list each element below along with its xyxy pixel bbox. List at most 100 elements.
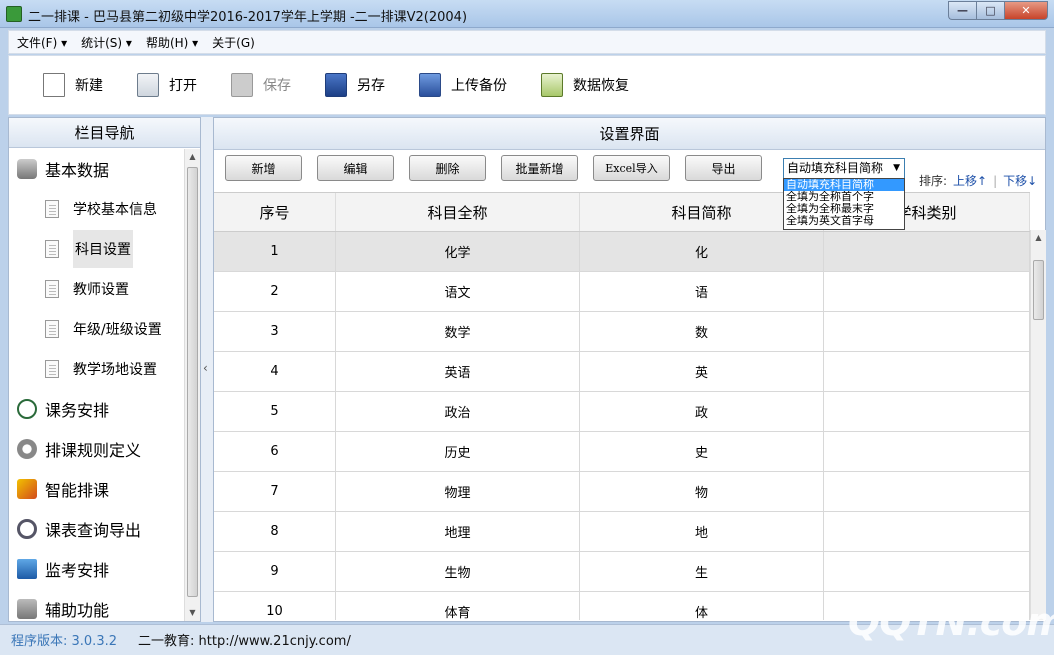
document-icon — [45, 200, 59, 218]
cell-shortname: 英 — [580, 352, 824, 391]
cell-fullname: 语文 — [336, 272, 580, 311]
sidebar-item-grade[interactable]: 年级/班级设置 — [9, 309, 185, 349]
upload-backup-button[interactable]: 上传备份 — [419, 73, 507, 97]
sidebar-group-rules[interactable]: 排课规则定义 — [9, 429, 185, 469]
new-button[interactable]: 新建 — [43, 73, 103, 97]
menu-help[interactable]: 帮助(H) ▾ — [146, 34, 198, 51]
restore-button[interactable]: 数据恢复 — [541, 73, 629, 97]
sidebar-group-query[interactable]: 课表查询导出 — [9, 509, 185, 549]
sidebar-item-label: 教学场地设置 — [73, 362, 157, 378]
close-button[interactable]: ✕ — [1004, 1, 1048, 20]
scrollbar-thumb[interactable] — [1033, 260, 1044, 320]
table-row[interactable]: 4 英语 英 — [214, 352, 1030, 392]
cell-fullname: 历史 — [336, 432, 580, 471]
table-row[interactable]: 8 地理 地 — [214, 512, 1030, 552]
cell-fullname: 数学 — [336, 312, 580, 351]
upload-computer-icon — [419, 73, 441, 97]
autofill-select[interactable]: 自动填充科目简称 ▼ — [783, 158, 905, 179]
sidebar-scrollbar[interactable]: ▲ ▼ — [184, 149, 200, 621]
table-row[interactable]: 9 生物 生 — [214, 552, 1030, 592]
cell-index: 2 — [214, 272, 336, 311]
cell-fullname: 生物 — [336, 552, 580, 591]
title-bar: 二一排课 - 巴马县第二初级中学2016-2017学年上学期 -二一排课V2(2… — [0, 0, 1054, 28]
save-as-button[interactable]: 另存 — [325, 73, 385, 97]
sidebar-group-basic[interactable]: 基本数据 — [9, 149, 185, 189]
export-button[interactable]: 导出 — [685, 155, 762, 181]
cell-category — [824, 272, 1030, 311]
cell-fullname: 英语 — [336, 352, 580, 391]
cell-shortname: 生 — [580, 552, 824, 591]
cell-shortname: 化 — [580, 232, 824, 271]
website-link[interactable]: 二一教育: http://www.21cnjy.com/ — [138, 630, 351, 649]
gear-icon — [17, 439, 37, 459]
menu-stats[interactable]: 统计(S) ▾ — [81, 34, 132, 51]
save-as-label: 另存 — [357, 78, 385, 94]
toolbar: 新建 打开 保存 另存 上传备份 数据恢复 — [8, 55, 1046, 115]
sidebar-item-venue[interactable]: 教学场地设置 — [9, 349, 185, 389]
batch-add-button[interactable]: 批量新增 — [501, 155, 578, 181]
cell-category — [824, 232, 1030, 271]
restore-download-icon — [541, 73, 563, 97]
save-button[interactable]: 保存 — [231, 73, 291, 97]
subject-table: 序号 科目全称 科目简称 学科类别 1 化学 化 2 语文 语 3 数学 数 4… — [214, 192, 1030, 620]
table-row[interactable]: 2 语文 语 — [214, 272, 1030, 312]
table-scrollbar[interactable]: ▲ — [1030, 230, 1046, 620]
dropdown-option[interactable]: 全填为全称最末字 — [784, 203, 904, 215]
move-down-link[interactable]: 下移↓ — [1003, 172, 1037, 189]
sidebar-item-school[interactable]: 学校基本信息 — [9, 189, 185, 229]
window-controls: — □ ✕ — [948, 1, 1048, 20]
move-up-link[interactable]: 上移↑ — [953, 172, 987, 189]
sidebar-group-label: 排课规则定义 — [45, 441, 142, 460]
clock-icon — [17, 399, 37, 419]
sort-separator: | — [993, 173, 998, 188]
collapse-arrow-icon[interactable]: ‹ — [203, 361, 208, 375]
document-icon — [45, 240, 59, 258]
delete-button[interactable]: 删除 — [409, 155, 486, 181]
table-row[interactable]: 5 政治 政 — [214, 392, 1030, 432]
open-label: 打开 — [169, 78, 197, 94]
cell-index: 7 — [214, 472, 336, 511]
panel-title: 设置界面 — [214, 118, 1045, 150]
scrollbar-thumb[interactable] — [187, 167, 198, 597]
sidebar-splitter[interactable]: ‹ — [201, 117, 213, 622]
excel-import-button[interactable]: Excel导入 — [593, 155, 670, 181]
column-header-index[interactable]: 序号 — [214, 193, 336, 231]
scroll-up-arrow-icon[interactable]: ▲ — [185, 149, 200, 165]
table-row[interactable]: 6 历史 史 — [214, 432, 1030, 472]
cell-index: 6 — [214, 432, 336, 471]
dropdown-option[interactable]: 全填为全称首个字 — [784, 191, 904, 203]
sidebar-group-label: 辅助功能 — [45, 601, 110, 620]
minimize-button[interactable]: — — [948, 1, 976, 20]
edit-button[interactable]: 编辑 — [317, 155, 394, 181]
dropdown-option[interactable]: 自动填充科目简称 — [784, 179, 904, 191]
new-label: 新建 — [75, 78, 103, 94]
sidebar-group-exam[interactable]: 监考安排 — [9, 549, 185, 589]
table-row[interactable]: 7 物理 物 — [214, 472, 1030, 512]
dropdown-arrow-icon: ▼ — [893, 163, 900, 173]
scroll-down-arrow-icon[interactable]: ▼ — [185, 605, 200, 621]
pencil-icon — [17, 479, 37, 499]
table-row[interactable]: 3 数学 数 — [214, 312, 1030, 352]
autofill-dropdown-list: 自动填充科目简称 全填为全称首个字 全填为全称最末字 全填为英文首字母 — [783, 178, 905, 230]
cell-index: 1 — [214, 232, 336, 271]
cell-index: 5 — [214, 392, 336, 431]
open-button[interactable]: 打开 — [137, 73, 197, 97]
sidebar-title: 栏目导航 — [9, 118, 200, 148]
menu-about[interactable]: 关于(G) — [212, 34, 255, 51]
tools-icon — [17, 599, 37, 619]
sidebar-group-course[interactable]: 课务安排 — [9, 389, 185, 429]
sidebar-item-subject[interactable]: 科目设置 — [9, 229, 185, 269]
upload-backup-label: 上传备份 — [451, 78, 507, 94]
scroll-up-arrow-icon[interactable]: ▲ — [1031, 230, 1046, 246]
sidebar-group-smart[interactable]: 智能排课 — [9, 469, 185, 509]
maximize-button[interactable]: □ — [976, 1, 1004, 20]
add-button[interactable]: 新增 — [225, 155, 302, 181]
sidebar-list: 基本数据 学校基本信息 科目设置 教师设置 年级/班级设置 教学场地设置 课务安… — [9, 149, 185, 621]
column-header-fullname[interactable]: 科目全称 — [336, 193, 580, 231]
menu-file[interactable]: 文件(F) ▾ — [17, 34, 67, 51]
table-row[interactable]: 1 化学 化 — [214, 232, 1030, 272]
sidebar-group-assist[interactable]: 辅助功能 — [9, 589, 185, 621]
dropdown-option[interactable]: 全填为英文首字母 — [784, 215, 904, 227]
sidebar-item-label: 学校基本信息 — [73, 202, 157, 218]
sidebar-item-teacher[interactable]: 教师设置 — [9, 269, 185, 309]
